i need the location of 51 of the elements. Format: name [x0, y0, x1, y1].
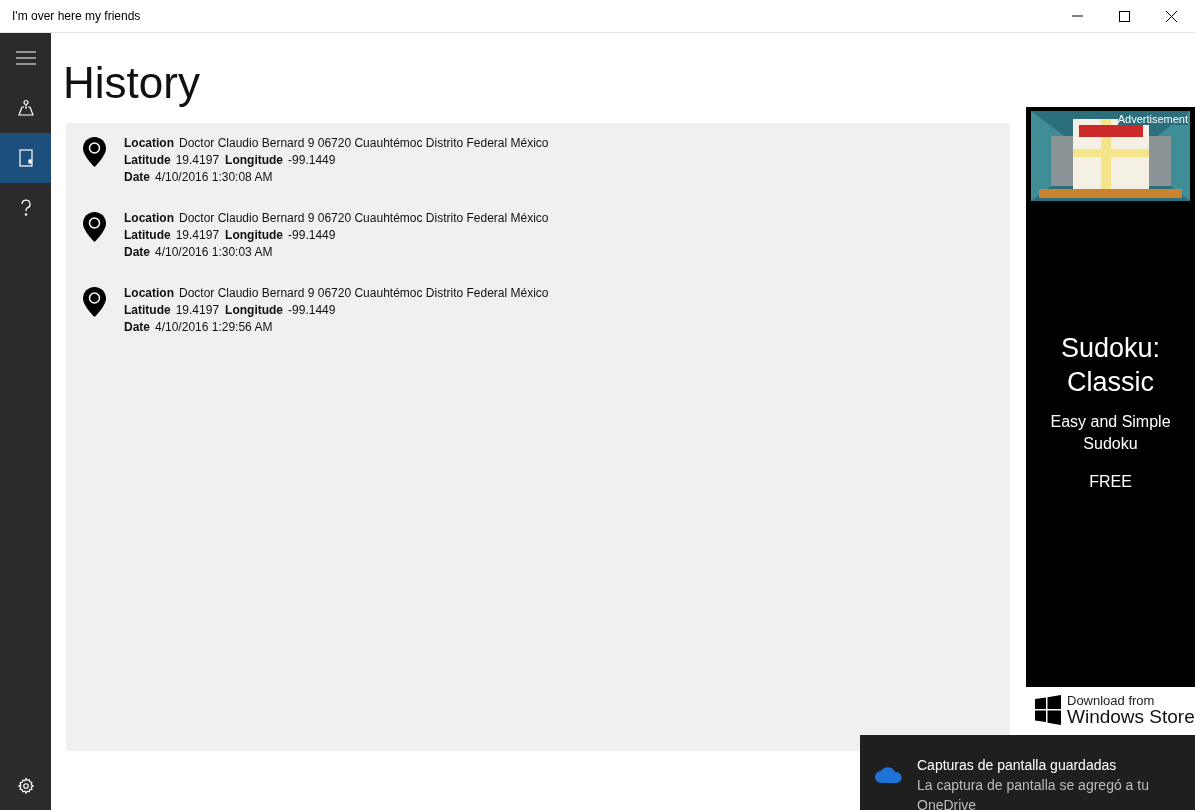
location-value: Doctor Claudio Bernard 9 06720 Cuauhtémoc Distrito Federal México — [179, 136, 549, 150]
ad-subtitle: Easy and Simple Sudoku — [1049, 412, 1172, 454]
longitude-value: -99.1449 — [288, 153, 336, 167]
date-value: 4/10/2016 1:30:08 AM — [155, 170, 273, 184]
store-line-large: Windows Store — [1067, 707, 1195, 726]
ad-label: Advertisement — [1117, 114, 1188, 125]
date-label: Date — [124, 170, 150, 184]
latitude-value: 19.4197 — [175, 303, 220, 317]
longitude-value: -99.1449 — [288, 303, 336, 317]
ad-price: FREE — [1089, 472, 1132, 492]
location-pin-icon — [83, 212, 106, 242]
date-label: Date — [124, 320, 150, 334]
location-pin-icon — [83, 287, 106, 317]
location-label: Location — [124, 136, 174, 150]
store-badge[interactable]: Download from Windows Store — [1026, 687, 1195, 733]
location-value: Doctor Claudio Bernard 9 06720 Cuauhtémoc Distrito Federal México — [179, 211, 549, 225]
location-value: Doctor Claudio Bernard 9 06720 Cuauhtémoc Distrito Federal México — [179, 286, 549, 300]
longitude-label: Longitude — [225, 303, 284, 317]
latitude-label: Latitude — [124, 153, 171, 167]
nav-item[interactable] — [0, 133, 51, 183]
store-line-small: Download from — [1067, 694, 1156, 707]
document-icon — [17, 149, 34, 167]
toast-body: La captura de pantalla se agregó a tu OneDrive — [917, 776, 1150, 810]
toast-title: Capturas de pantalla guardadas — [917, 756, 1118, 775]
ad-panel[interactable]: Advertisement Sudoku: Classic Easy and Simple Sudoku FREE — [1026, 107, 1195, 687]
longitude-label: Longitude — [225, 153, 284, 167]
close-icon — [1166, 10, 1177, 22]
date-label: Date — [124, 245, 150, 259]
date-value: 4/10/2016 1:29:56 AM — [155, 320, 273, 334]
date-value: 4/10/2016 1:30:03 AM — [155, 245, 273, 259]
latitude-label: Latitude — [124, 303, 171, 317]
window-title: I'm over here my friends — [12, 8, 141, 25]
settings-icon — [16, 777, 35, 795]
notification-toast[interactable]: Capturas de pantalla guardadas La captura de pantalla se agregó a tu OneDrive — [860, 735, 1195, 810]
location-pin-icon — [83, 137, 106, 167]
cloud-icon — [875, 765, 903, 783]
location-label: Location — [124, 286, 174, 300]
minimize-icon — [1072, 15, 1083, 17]
ad-title: Sudoku: Classic — [1059, 332, 1162, 399]
location-label: Location — [124, 211, 174, 225]
menu-icon — [15, 51, 36, 65]
longitude-value: -99.1449 — [288, 228, 336, 242]
latitude-value: 19.4197 — [175, 153, 220, 167]
help-icon — [19, 199, 32, 217]
latitude-value: 19.4197 — [175, 228, 220, 242]
map-pin-icon — [16, 99, 35, 117]
windows-logo-icon — [1035, 695, 1061, 725]
longitude-label: Longitude — [225, 228, 284, 242]
page-title: History — [63, 61, 201, 109]
maximize-icon — [1119, 10, 1130, 22]
latitude-label: Latitude — [124, 228, 171, 242]
